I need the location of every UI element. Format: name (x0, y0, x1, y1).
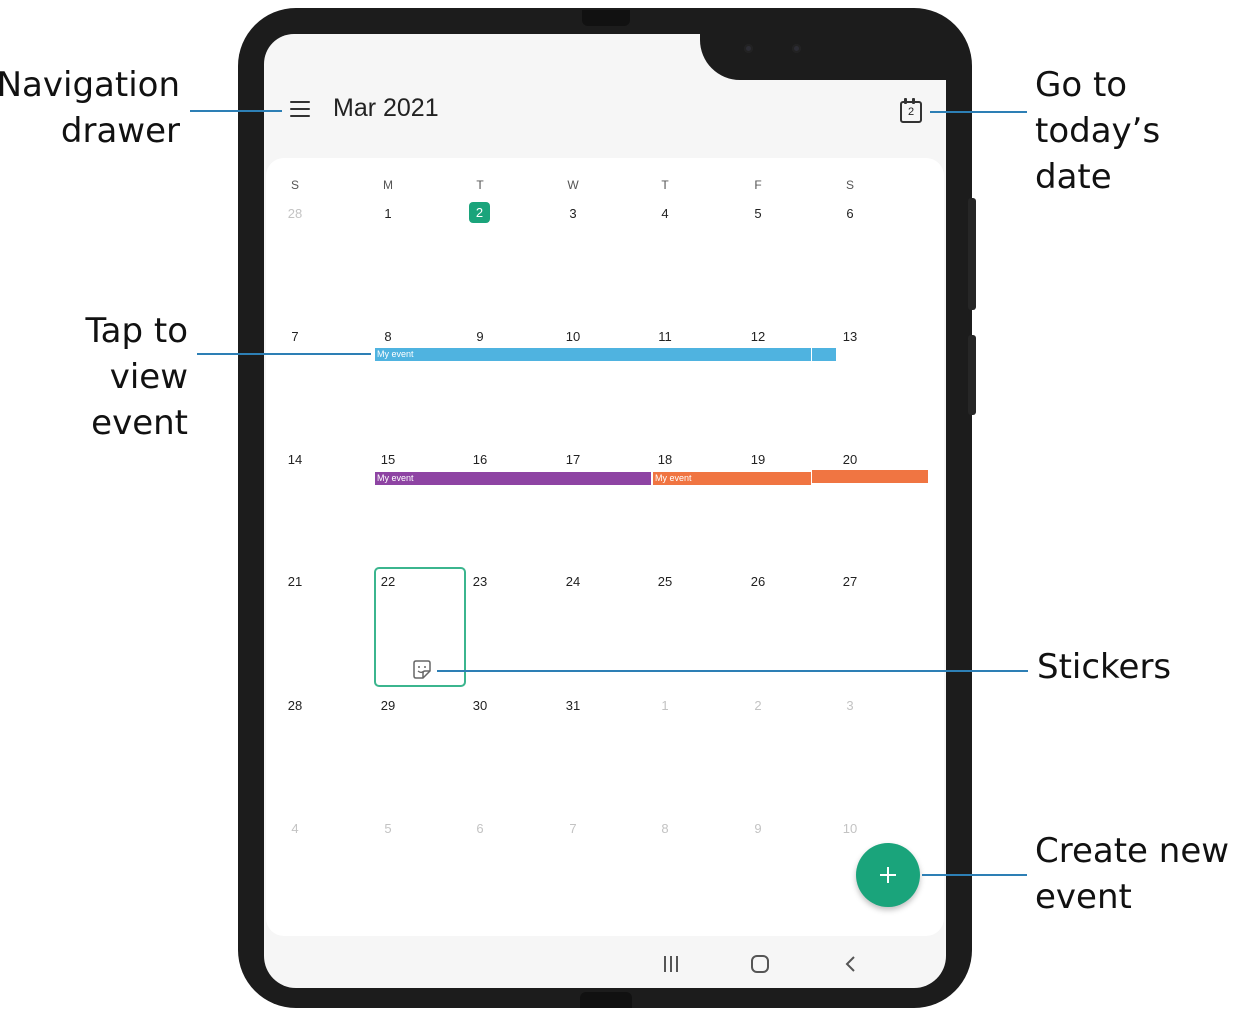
today-highlight[interactable]: 2 (469, 202, 490, 223)
weekday-label: S (845, 178, 854, 192)
volume-button (968, 198, 976, 310)
callout-line: Create new (1035, 831, 1230, 871)
day-cell[interactable]: 15 (373, 452, 403, 467)
day-cell[interactable]: 14 (280, 452, 310, 467)
day-cell-adjacent-month[interactable]: 28 (280, 206, 310, 221)
day-cell[interactable]: 28 (280, 698, 310, 713)
day-cell-adjacent-month[interactable]: 4 (280, 821, 310, 836)
day-cell[interactable]: 27 (835, 574, 865, 589)
day-cell[interactable]: 17 (558, 452, 588, 467)
front-sensor-icon (792, 44, 801, 53)
weekday-label: T (661, 178, 669, 192)
day-cell[interactable]: 4 (650, 206, 680, 221)
sticker-icon[interactable] (411, 659, 433, 681)
recent-apps-icon[interactable] (662, 955, 680, 973)
day-cell-adjacent-month[interactable]: 7 (558, 821, 588, 836)
day-cell-adjacent-month[interactable]: 10 (835, 821, 865, 836)
callout-leader (197, 353, 371, 355)
callout-line: Navigation (0, 65, 180, 105)
day-cell[interactable]: 21 (280, 574, 310, 589)
month-grid (266, 158, 944, 936)
day-cell[interactable]: 24 (558, 574, 588, 589)
callout-leader (922, 874, 1027, 876)
hinge-top (582, 10, 630, 26)
callout-line: Go to today’s (1035, 65, 1161, 151)
day-cell[interactable]: 23 (465, 574, 495, 589)
day-cell[interactable]: 8 (373, 329, 403, 344)
event-bar-continuation[interactable] (812, 470, 928, 483)
day-cell-adjacent-month[interactable]: 8 (650, 821, 680, 836)
callout-leader (930, 111, 1027, 113)
weekday-label: F (754, 178, 762, 192)
day-cell[interactable]: 6 (835, 206, 865, 221)
weekday-label: W (567, 178, 579, 192)
day-cell[interactable]: 20 (835, 452, 865, 467)
hinge-bottom (580, 992, 632, 1008)
create-event-button[interactable] (856, 843, 920, 907)
callout-line: Tap to view (85, 311, 189, 397)
day-cell[interactable]: 29 (373, 698, 403, 713)
day-cell[interactable]: 3 (558, 206, 588, 221)
day-cell-adjacent-month[interactable]: 5 (373, 821, 403, 836)
day-cell[interactable]: 19 (743, 452, 773, 467)
weekday-label: T (476, 178, 484, 192)
day-cell-adjacent-month[interactable]: 1 (650, 698, 680, 713)
today-icon-number: 2 (900, 101, 922, 123)
callout-stickers: Stickers (1037, 644, 1171, 690)
event-label: My event (377, 473, 414, 483)
event-label: My event (377, 349, 414, 359)
event-bar[interactable]: My event (653, 472, 811, 485)
day-cell[interactable]: 31 (558, 698, 588, 713)
day-cell[interactable]: 26 (743, 574, 773, 589)
event-bar[interactable]: My event (375, 348, 811, 361)
day-cell[interactable]: 10 (558, 329, 588, 344)
day-cell[interactable]: 30 (465, 698, 495, 713)
callout-line: date (1035, 157, 1112, 197)
day-cell[interactable]: 9 (465, 329, 495, 344)
day-cell[interactable]: 5 (743, 206, 773, 221)
callout-navigation-drawer: Navigation drawer (0, 62, 180, 154)
callout-line: event (91, 403, 188, 443)
power-button (968, 335, 976, 415)
day-cell[interactable]: 11 (650, 329, 680, 344)
callout-tap-to-view-event: Tap to view event (0, 308, 189, 446)
day-cell[interactable]: 18 (650, 452, 680, 467)
callout-create-new-event: Create new event (1035, 828, 1229, 920)
hamburger-menu-icon[interactable] (290, 101, 310, 117)
day-cell[interactable]: 1 (373, 206, 403, 221)
weekday-label: S (290, 178, 299, 192)
event-bar-continuation[interactable] (812, 348, 836, 361)
day-cell[interactable]: 13 (835, 329, 865, 344)
calendar-today-icon[interactable]: 2 (900, 98, 922, 123)
callout-leader (437, 670, 1028, 672)
callout-line: event (1035, 877, 1132, 917)
day-cell-adjacent-month[interactable]: 6 (465, 821, 495, 836)
event-label: My event (655, 473, 692, 483)
day-cell[interactable]: 16 (465, 452, 495, 467)
day-cell-adjacent-month[interactable]: 3 (835, 698, 865, 713)
day-cell-adjacent-month[interactable]: 9 (743, 821, 773, 836)
day-cell[interactable]: 25 (650, 574, 680, 589)
day-cell[interactable]: 7 (280, 329, 310, 344)
home-icon[interactable] (751, 955, 769, 973)
weekday-label: M (383, 178, 393, 192)
camera-notch (700, 24, 946, 80)
callout-line: Stickers (1037, 647, 1172, 687)
event-bar[interactable]: My event (375, 472, 651, 485)
callout-line: drawer (60, 111, 180, 151)
day-cell-adjacent-month[interactable]: 2 (743, 698, 773, 713)
month-title[interactable]: Mar 2021 (333, 94, 439, 123)
front-camera-icon (744, 44, 753, 53)
back-icon[interactable] (842, 955, 860, 973)
callout-go-to-today: Go to today’s date (1035, 62, 1249, 200)
callout-leader (190, 110, 282, 112)
day-cell[interactable]: 12 (743, 329, 773, 344)
